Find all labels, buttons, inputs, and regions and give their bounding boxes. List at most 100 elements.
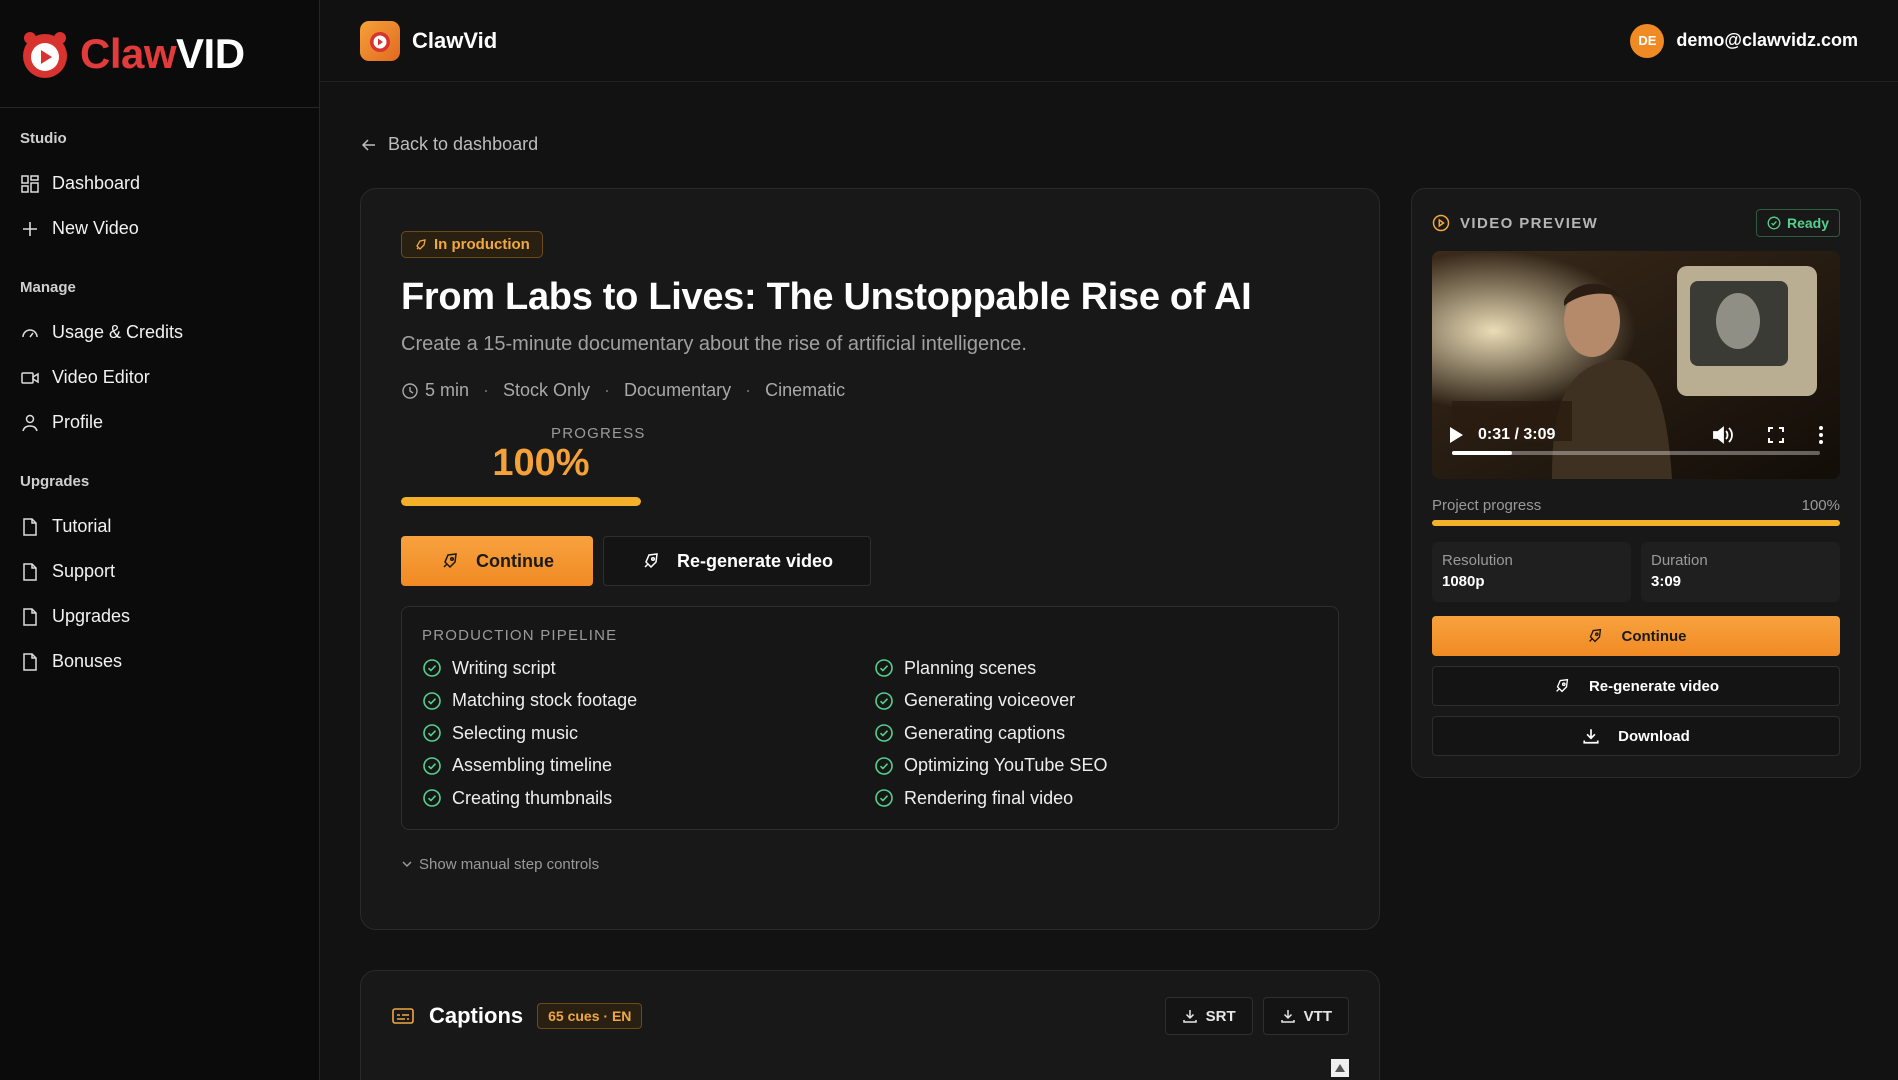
app-title: ClawVid xyxy=(412,27,498,53)
continue-button[interactable]: Continue xyxy=(401,536,593,586)
sidebar: ClawVID Studio Dashboard New Video Manag… xyxy=(0,0,320,1080)
document-icon xyxy=(23,517,37,536)
captions-title-group: Captions 65 cues · EN xyxy=(391,1003,643,1029)
rocket-icon xyxy=(644,553,658,569)
sidebar-item-usage-credits[interactable]: Usage & Credits xyxy=(20,310,299,355)
download-srt-button[interactable]: SRT xyxy=(1164,997,1253,1035)
captions-card: Captions 65 cues · EN SRT VTT xyxy=(360,970,1380,1080)
sidebar-item-new-video[interactable]: New Video xyxy=(20,206,299,251)
resolution-stat: Resolution 1080p xyxy=(1432,542,1631,602)
meta-separator: · xyxy=(483,380,490,400)
regenerate-label: Re-generate video xyxy=(676,550,834,571)
pipeline-step: Assembling timeline xyxy=(422,750,874,783)
video-preview-card: VIDEO PREVIEW Ready 0:31 / 3:09 Project … xyxy=(1411,188,1861,778)
project-card: In production From Labs to Lives: The Un… xyxy=(360,188,1380,930)
meta-duration-text: 5 min xyxy=(425,380,470,400)
pipeline-step: Matching stock footage xyxy=(422,685,874,718)
sidebar-item-upgrades[interactable]: Upgrades xyxy=(20,594,299,639)
show-manual-controls-toggle[interactable]: Show manual step controls xyxy=(401,856,1339,873)
sidebar-item-bonuses[interactable]: Bonuses xyxy=(20,639,299,684)
sidebar-item-label: Bonuses xyxy=(52,651,123,671)
nav-heading-studio: Studio xyxy=(20,130,67,147)
project-meta: 5 min · Stock Only · Documentary · Cinem… xyxy=(401,380,1339,401)
progress-label: PROGRESS xyxy=(551,425,646,442)
project-progress-label: Project progress xyxy=(1432,497,1542,514)
meta-separator: · xyxy=(604,380,611,400)
play-icon[interactable] xyxy=(1448,426,1464,444)
pipeline-step-label: Assembling timeline xyxy=(452,755,613,776)
sidebar-item-video-editor[interactable]: Video Editor xyxy=(20,355,299,400)
pipeline-step: Creating thumbnails xyxy=(422,782,874,815)
progress-value: 100% xyxy=(492,442,590,484)
video-seek-bar[interactable] xyxy=(1452,451,1820,455)
regenerate-video-button[interactable]: Re-generate video xyxy=(603,536,871,586)
fullscreen-icon[interactable] xyxy=(1766,425,1786,445)
avatar: DE xyxy=(1630,23,1665,58)
pipeline-step: Rendering final video xyxy=(874,782,1318,815)
back-to-dashboard-link[interactable]: Back to dashboard xyxy=(360,134,538,155)
pipeline-step: Optimizing YouTube SEO xyxy=(874,750,1318,783)
manual-toggle-label: Show manual step controls xyxy=(419,855,600,873)
sidebar-item-label: New Video xyxy=(52,218,139,238)
brand-wordmark: ClawVID xyxy=(80,30,245,78)
check-circle-icon xyxy=(875,756,893,775)
chevron-down-icon xyxy=(402,861,412,868)
back-link-label: Back to dashboard xyxy=(388,134,539,154)
captions-icon xyxy=(392,1008,414,1024)
sidebar-item-label: Dashboard xyxy=(52,173,141,193)
preview-title: VIDEO PREVIEW xyxy=(1460,214,1599,232)
scroll-up-arrow[interactable] xyxy=(1331,1059,1349,1077)
pipeline-step-label: Rendering final video xyxy=(904,787,1074,808)
arrow-left-icon xyxy=(361,138,375,151)
video-camera-icon xyxy=(21,371,39,384)
document-icon xyxy=(23,607,37,626)
pipeline-step-label: Creating thumbnails xyxy=(452,787,613,808)
download-icon xyxy=(1182,1010,1197,1023)
sidebar-item-profile[interactable]: Profile xyxy=(20,400,299,445)
download-button[interactable]: Download xyxy=(1432,716,1840,756)
download-icon xyxy=(1583,729,1599,744)
status-badge: In production xyxy=(401,231,543,258)
pipeline-step: Generating voiceover xyxy=(874,685,1318,718)
sidebar-item-label: Support xyxy=(52,561,116,581)
duration-label: Duration xyxy=(1651,552,1708,569)
pipeline-step-label: Writing script xyxy=(452,657,556,678)
ready-text: Ready xyxy=(1786,215,1829,231)
captions-downloads: SRT VTT xyxy=(1164,997,1349,1035)
progress-block: PROGRESS 100% xyxy=(401,425,646,506)
download-vtt-button[interactable]: VTT xyxy=(1262,997,1349,1035)
user-menu[interactable]: DE demo@clawvidz.com xyxy=(1630,23,1858,58)
play-circle-icon xyxy=(1432,214,1450,232)
plus-icon xyxy=(23,221,37,236)
project-actions: Continue Re-generate video xyxy=(401,536,1339,586)
clock-icon xyxy=(402,382,418,399)
sidebar-item-tutorial[interactable]: Tutorial xyxy=(20,504,299,549)
resolution-label: Resolution xyxy=(1442,552,1513,569)
video-player[interactable]: 0:31 / 3:09 xyxy=(1432,251,1840,479)
document-icon xyxy=(23,562,37,581)
download-label: Download xyxy=(1618,727,1690,745)
volume-icon[interactable] xyxy=(1712,425,1734,445)
sidebar-item-label: Profile xyxy=(52,412,104,432)
preview-title-group: VIDEO PREVIEW xyxy=(1432,214,1598,232)
sparkle-rocket-icon xyxy=(416,238,426,250)
document-icon xyxy=(23,652,37,671)
captions-title: Captions xyxy=(429,1003,524,1028)
sidebar-item-label: Tutorial xyxy=(52,516,112,536)
preview-regenerate-button[interactable]: Re-generate video xyxy=(1432,666,1840,706)
sidebar-item-support[interactable]: Support xyxy=(20,549,299,594)
resolution-value: 1080p xyxy=(1442,573,1485,590)
srt-label: SRT xyxy=(1205,1007,1236,1025)
pipeline-step-label: Generating captions xyxy=(904,722,1066,743)
topbar: ClawVid DE demo@clawvidz.com xyxy=(320,0,1898,82)
pipeline-step-label: Generating voiceover xyxy=(904,690,1076,711)
nav-heading-manage: Manage xyxy=(20,279,76,296)
sidebar-item-dashboard[interactable]: Dashboard xyxy=(20,161,299,206)
preview-continue-button[interactable]: Continue xyxy=(1432,616,1840,656)
more-vertical-icon[interactable] xyxy=(1818,425,1824,445)
preview-header: VIDEO PREVIEW Ready xyxy=(1432,209,1840,237)
brand-logo-area[interactable]: ClawVID xyxy=(0,0,319,108)
pipeline-step: Planning scenes xyxy=(874,652,1318,685)
check-circle-icon xyxy=(423,756,441,775)
topbar-app[interactable]: ClawVid xyxy=(360,20,498,61)
